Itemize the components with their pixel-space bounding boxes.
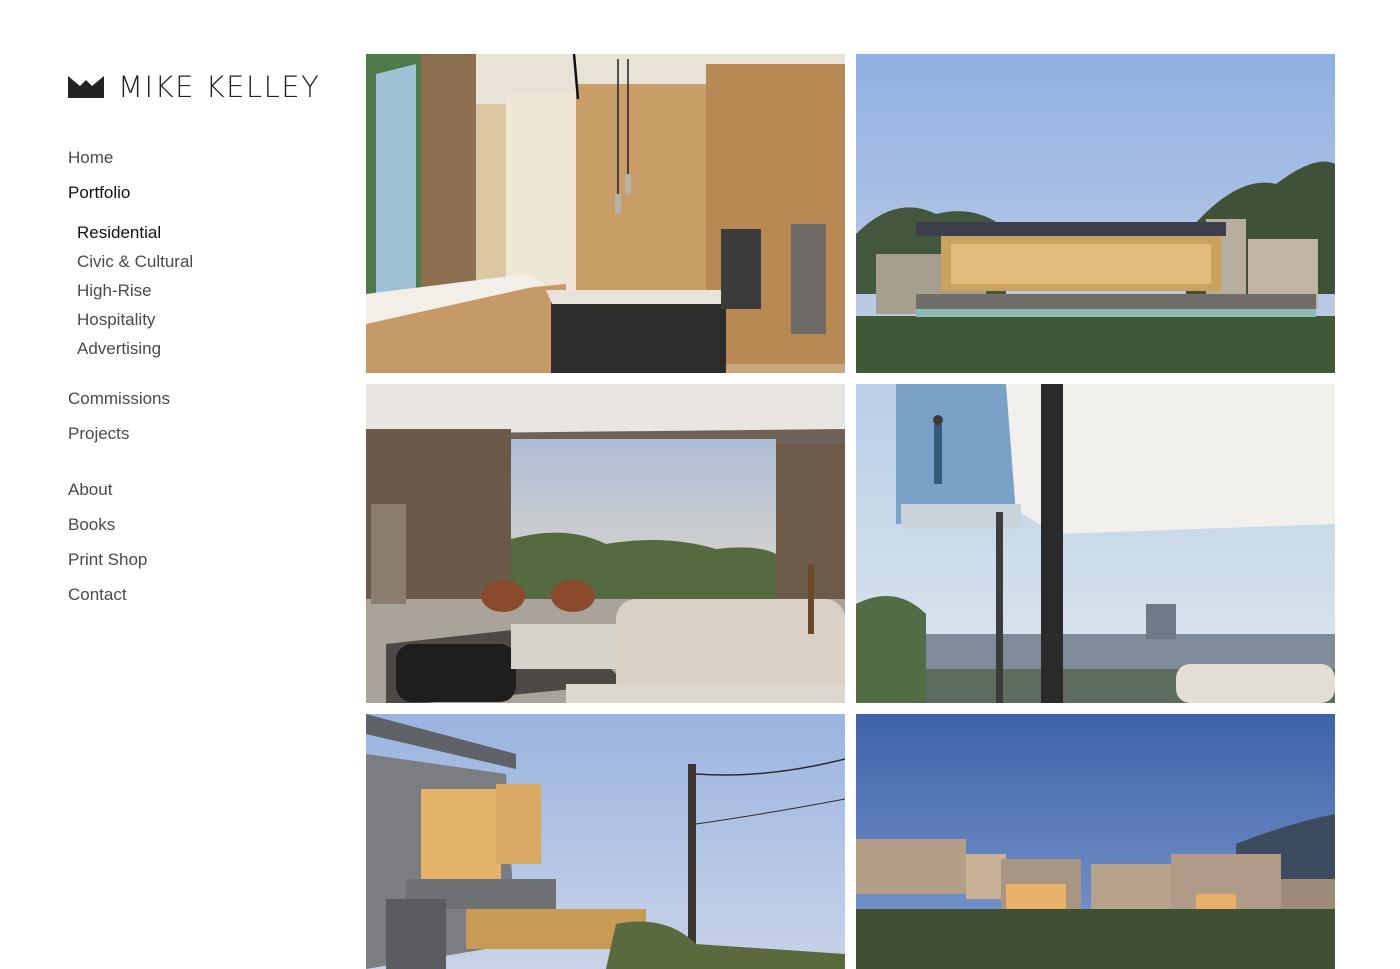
living-room-photo: [366, 384, 845, 703]
nav-advertising[interactable]: Advertising: [77, 338, 161, 360]
glass-balcony-photo: [856, 384, 1335, 703]
nav-projects[interactable]: Projects: [68, 423, 129, 445]
nav-high-rise[interactable]: High-Rise: [77, 280, 152, 302]
photo-tile-hillside-house[interactable]: [366, 714, 845, 969]
mountain-logo-icon: [68, 76, 104, 98]
nav-hospitality[interactable]: Hospitality: [77, 309, 155, 331]
nav-commissions[interactable]: Commissions: [68, 388, 170, 410]
nav-home[interactable]: Home: [68, 147, 113, 169]
photo-tile-wooden-houses[interactable]: [856, 714, 1335, 969]
brand-name: MIKE KELLEY: [118, 70, 321, 104]
nav-about[interactable]: About: [68, 479, 112, 501]
photo-tile-living-room[interactable]: [366, 384, 845, 703]
nav-contact[interactable]: Contact: [68, 584, 127, 606]
nav-portfolio[interactable]: Portfolio: [68, 182, 130, 204]
nav-books[interactable]: Books: [68, 514, 115, 536]
wooden-houses-photo: [856, 714, 1335, 969]
photo-tile-kitchen[interactable]: [366, 54, 845, 373]
home-logo-link[interactable]: MIKE KELLEY: [68, 70, 320, 104]
kitchen-photo: [366, 54, 845, 373]
photo-grid: [366, 54, 1336, 969]
nav-residential[interactable]: Residential: [77, 222, 161, 244]
nav-print-shop[interactable]: Print Shop: [68, 549, 147, 571]
photo-tile-dusk-house[interactable]: [856, 54, 1335, 373]
nav-civic-cultural[interactable]: Civic & Cultural: [77, 251, 193, 273]
photo-tile-glass-balcony[interactable]: [856, 384, 1335, 703]
dusk-house-photo: [856, 54, 1335, 373]
hillside-house-photo: [366, 714, 845, 969]
page: MIKE KELLEY Home Portfolio Residential C…: [0, 0, 1400, 969]
